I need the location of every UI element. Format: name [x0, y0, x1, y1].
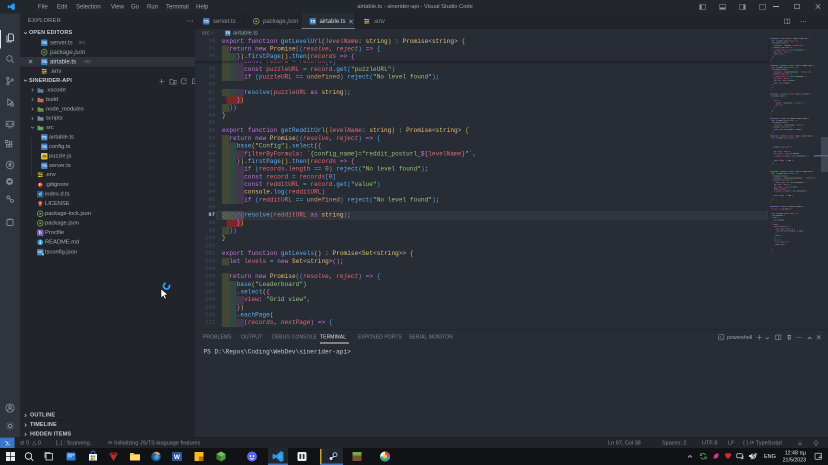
svg-text:W: W: [174, 454, 181, 461]
